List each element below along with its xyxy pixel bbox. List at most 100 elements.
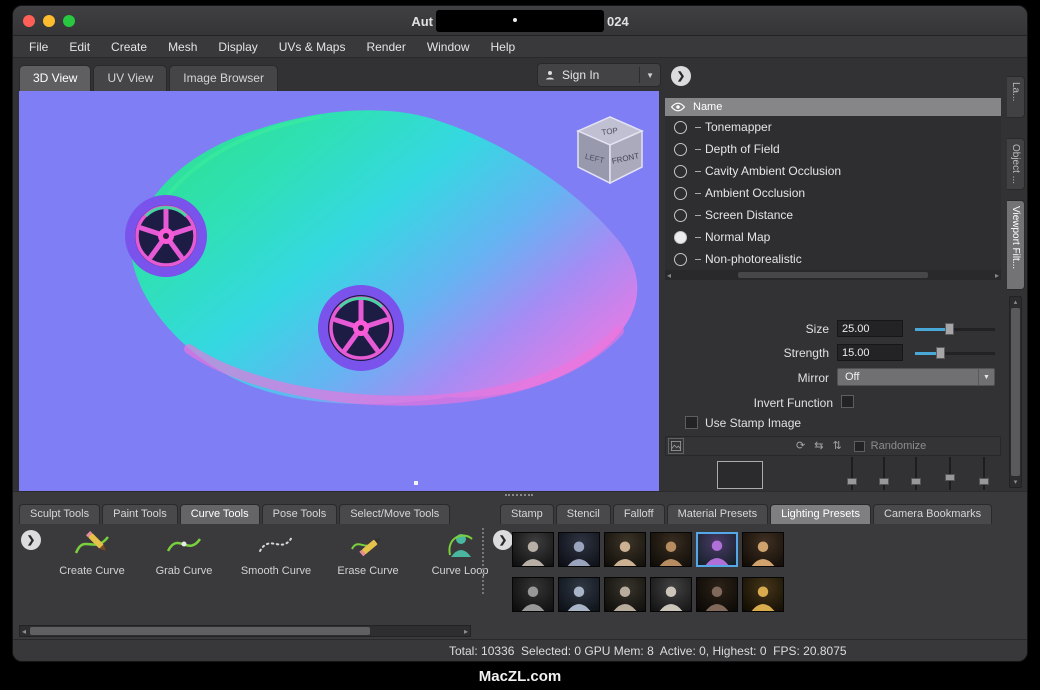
filter-row-screen-distance[interactable]: Screen Distance (665, 204, 1001, 226)
scroll-down-icon[interactable]: ▾ (1014, 478, 1018, 486)
menu-file[interactable]: File (29, 40, 48, 54)
filter-row-depth-of-field[interactable]: Depth of Field (665, 138, 1001, 160)
lighting-preset-thumb[interactable] (512, 577, 554, 612)
tab-falloff[interactable]: Falloff (613, 504, 665, 524)
tab-select-move-tools[interactable]: Select/Move Tools (339, 504, 450, 524)
sign-in-dropdown[interactable]: Sign In ▼ (537, 63, 661, 87)
tool-smooth-curve[interactable]: Smooth Curve (235, 528, 317, 577)
stamp-vslider-2[interactable] (877, 457, 891, 490)
slider-handle[interactable] (945, 474, 955, 481)
lighting-preset-thumb[interactable] (604, 577, 646, 612)
randomize-checkbox[interactable] (854, 441, 865, 452)
lighting-preset-thumb[interactable] (742, 532, 784, 567)
menu-display[interactable]: Display (218, 40, 257, 54)
filter-row-non-photorealistic[interactable]: Non-photorealistic (665, 248, 1001, 270)
scroll-right-icon[interactable]: ▸ (995, 271, 999, 280)
side-tab-viewport-filters[interactable]: Viewport Filt... (1007, 200, 1025, 290)
slider-handle[interactable] (979, 478, 989, 485)
flip-vertical-icon[interactable]: ⇅ (832, 441, 841, 452)
menu-edit[interactable]: Edit (69, 40, 90, 54)
filter-row-cavity-ambient-occlusion[interactable]: Cavity Ambient Occlusion (665, 160, 1001, 182)
menu-create[interactable]: Create (111, 40, 147, 54)
mirror-dropdown[interactable]: Off ▼ (837, 368, 995, 386)
panel-expander-button[interactable]: ❯ (671, 66, 691, 86)
tab-image-browser[interactable]: Image Browser (169, 65, 278, 91)
side-tab-object[interactable]: Object ... (1007, 138, 1025, 190)
viewport-3d[interactable]: TOP LEFT FRONT (19, 91, 659, 491)
tool-grab-curve[interactable]: Grab Curve (143, 528, 225, 577)
slider-handle[interactable] (879, 478, 889, 485)
scroll-right-icon[interactable]: ▸ (464, 627, 468, 636)
lighting-preset-thumb[interactable] (558, 532, 600, 567)
lighting-preset-thumb[interactable] (604, 532, 646, 567)
tab-curve-tools[interactable]: Curve Tools (180, 504, 260, 524)
flip-horizontal-icon[interactable]: ⇆ (814, 441, 823, 452)
strength-input[interactable] (837, 344, 903, 361)
view-cube[interactable]: TOP LEFT FRONT (578, 117, 642, 183)
strength-slider[interactable] (915, 344, 995, 361)
scroll-thumb[interactable] (738, 272, 928, 278)
tab-camera-bookmarks[interactable]: Camera Bookmarks (873, 504, 992, 524)
filter-row-tonemapper[interactable]: Tonemapper (665, 116, 1001, 138)
filter-toggle[interactable] (674, 253, 687, 266)
tab-paint-tools[interactable]: Paint Tools (102, 504, 178, 524)
slider-handle[interactable] (936, 347, 945, 359)
tab-pose-tools[interactable]: Pose Tools (262, 504, 338, 524)
filter-toggle[interactable] (674, 143, 687, 156)
stamp-image-well[interactable] (717, 461, 763, 489)
menu-help[interactable]: Help (491, 40, 516, 54)
lighting-preset-thumb[interactable] (650, 577, 692, 612)
menu-window[interactable]: Window (427, 40, 470, 54)
scroll-thumb[interactable] (30, 627, 370, 635)
stamp-vslider-5[interactable] (977, 457, 991, 490)
menu-mesh[interactable]: Mesh (168, 40, 197, 54)
stamp-vslider-1[interactable] (845, 457, 859, 490)
filter-list-header[interactable]: Name (665, 98, 1001, 116)
tray-hscrollbar[interactable]: ◂ ▸ (19, 625, 471, 637)
lighting-preset-thumb-selected[interactable] (696, 532, 738, 567)
side-tab-layers[interactable]: La... (1007, 76, 1025, 118)
size-slider[interactable] (915, 320, 995, 337)
tool-erase-curve[interactable]: Erase Curve (327, 528, 409, 577)
scroll-left-icon[interactable]: ◂ (22, 627, 26, 636)
tab-stencil[interactable]: Stencil (556, 504, 611, 524)
tab-stamp[interactable]: Stamp (500, 504, 554, 524)
size-input[interactable] (837, 320, 903, 337)
filter-toggle-on[interactable] (674, 231, 687, 244)
tab-lighting-presets[interactable]: Lighting Presets (770, 504, 871, 524)
tray-resize-handle[interactable] (505, 494, 533, 496)
filter-toggle[interactable] (674, 121, 687, 134)
lighting-preset-thumb[interactable] (512, 532, 554, 567)
scroll-up-icon[interactable]: ▴ (1014, 298, 1018, 306)
filter-toggle[interactable] (674, 165, 687, 178)
filter-toggle[interactable] (674, 187, 687, 200)
lighting-preset-thumb[interactable] (558, 577, 600, 612)
tab-uv-view[interactable]: UV View (93, 65, 167, 91)
lighting-preset-thumb[interactable] (696, 577, 738, 612)
slider-handle[interactable] (945, 323, 954, 335)
filter-row-normal-map[interactable]: Normal Map (665, 226, 1001, 248)
tray-left-expander-button[interactable]: ❯ (21, 530, 41, 550)
lighting-preset-thumb[interactable] (650, 532, 692, 567)
tab-3d-view[interactable]: 3D View (19, 65, 91, 91)
use-stamp-image-checkbox[interactable] (685, 416, 698, 429)
tray-right-expander-button[interactable]: ❯ (493, 530, 513, 550)
tool-curve-loop[interactable]: Curve Loop (419, 528, 501, 577)
stamp-vslider-3[interactable] (909, 457, 923, 490)
slider-handle[interactable] (847, 478, 857, 485)
scroll-thumb[interactable] (1011, 308, 1020, 476)
menu-render[interactable]: Render (366, 40, 405, 54)
tab-material-presets[interactable]: Material Presets (667, 504, 768, 524)
tab-sculpt-tools[interactable]: Sculpt Tools (19, 504, 100, 524)
tool-create-curve[interactable]: Create Curve (51, 528, 133, 577)
invert-function-checkbox[interactable] (841, 395, 854, 408)
menu-uvs-maps[interactable]: UVs & Maps (279, 40, 346, 54)
filter-list-hscrollbar[interactable]: ◂ ▸ (665, 270, 1001, 280)
stamp-vslider-4[interactable] (943, 457, 957, 490)
rotate-stamp-icon[interactable]: ⟳ (796, 441, 805, 452)
lighting-preset-thumb[interactable] (742, 577, 784, 612)
panel-vscrollbar[interactable]: ▴ ▾ (1009, 296, 1022, 488)
filter-toggle[interactable] (674, 209, 687, 222)
filter-row-ambient-occlusion[interactable]: Ambient Occlusion (665, 182, 1001, 204)
slider-handle[interactable] (911, 478, 921, 485)
